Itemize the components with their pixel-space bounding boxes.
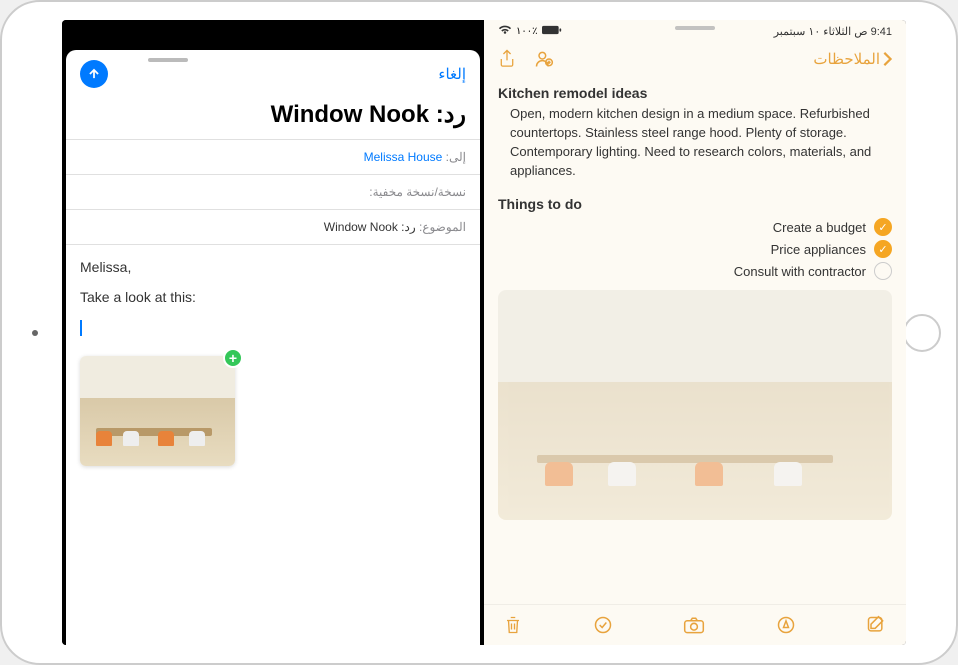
notes-nav-bar: الملاحظات xyxy=(484,43,906,75)
camera-icon[interactable] xyxy=(683,615,705,635)
to-label: إلى: xyxy=(446,150,466,164)
subject-label: الموضوع: xyxy=(419,220,466,234)
collaborate-icon[interactable] xyxy=(534,49,554,69)
compose-sheet: إلغاء رد: Window Nook إلى: Melissa House… xyxy=(66,50,480,645)
attachment-scene xyxy=(123,431,139,455)
cc-bcc-label: نسخة/نسخة مخفية: xyxy=(369,185,466,199)
share-icon[interactable] xyxy=(498,49,516,69)
delete-icon[interactable] xyxy=(504,615,522,635)
cc-bcc-field[interactable]: نسخة/نسخة مخفية: xyxy=(66,174,480,209)
status-indicators: ١٠٠٪ xyxy=(498,25,562,38)
add-attachment-badge[interactable]: + xyxy=(223,348,243,368)
text-cursor xyxy=(80,320,82,336)
todo-label: Create a budget xyxy=(773,220,866,235)
notes-bottom-toolbar xyxy=(484,604,906,645)
arrow-up-icon xyxy=(87,67,101,81)
checkbox-unchecked-icon[interactable] xyxy=(874,262,892,280)
room-scene xyxy=(498,290,892,520)
compose-title: رد: Window Nook xyxy=(66,94,480,139)
subject-field[interactable]: الموضوع: رد: Window Nook xyxy=(66,209,480,245)
attachment-scene xyxy=(189,431,205,455)
todo-item[interactable]: Price appliances ✓ xyxy=(498,240,892,258)
note-body-text: Open, modern kitchen design in a medium … xyxy=(498,105,892,180)
notes-app-panel: 9:41 ص الثلاثاء ١٠ سبتمبر ١٠٠٪ xyxy=(484,20,906,645)
attachment-scene xyxy=(96,431,112,455)
chevron-right-icon xyxy=(882,51,892,67)
front-camera xyxy=(32,330,38,336)
split-view-handle[interactable] xyxy=(675,26,715,30)
status-time-date: 9:41 ص الثلاثاء ١٠ سبتمبر xyxy=(774,25,892,38)
battery-pct: ١٠٠٪ xyxy=(516,26,538,37)
wifi-icon xyxy=(498,25,512,38)
note-content-area[interactable]: Kitchen remodel ideas Open, modern kitch… xyxy=(484,75,906,604)
todo-item[interactable]: Create a budget ✓ xyxy=(498,218,892,236)
todo-label: Consult with contractor xyxy=(734,264,866,279)
home-button[interactable] xyxy=(903,314,941,352)
screen: إلغاء رد: Window Nook إلى: Melissa House… xyxy=(62,20,906,645)
to-recipient[interactable]: Melissa House xyxy=(364,150,443,164)
compose-top-bar: إلغاء xyxy=(66,50,480,94)
todo-item[interactable]: Consult with contractor xyxy=(498,262,892,280)
checkbox-checked-icon[interactable]: ✓ xyxy=(874,240,892,258)
body-line-1: Melissa, xyxy=(80,259,466,275)
checkbox-checked-icon[interactable]: ✓ xyxy=(874,218,892,236)
attachment-scene xyxy=(158,431,174,455)
notes-header-actions xyxy=(498,49,554,69)
compose-body[interactable]: Melissa, Take a look at this: + xyxy=(66,245,480,645)
to-field[interactable]: إلى: Melissa House xyxy=(66,139,480,174)
battery-icon xyxy=(542,25,562,38)
cancel-button[interactable]: إلغاء xyxy=(438,65,466,83)
body-line-2: Take a look at this: xyxy=(80,289,466,305)
ipad-device-frame: إلغاء رد: Window Nook إلى: Melissa House… xyxy=(0,0,958,665)
image-attachment[interactable]: + xyxy=(80,356,235,466)
checklist-icon[interactable] xyxy=(593,615,613,635)
note-attached-image[interactable] xyxy=(498,290,892,520)
send-button[interactable] xyxy=(80,60,108,88)
markup-icon[interactable] xyxy=(776,615,796,635)
sheet-grabber[interactable] xyxy=(148,58,188,62)
notes-back-label: الملاحظات xyxy=(813,50,880,68)
todo-label: Price appliances xyxy=(771,242,866,257)
mail-app-panel: إلغاء رد: Window Nook إلى: Melissa House… xyxy=(62,20,484,645)
note-title: Kitchen remodel ideas xyxy=(498,85,892,101)
status-bar: 9:41 ص الثلاثاء ١٠ سبتمبر ١٠٠٪ xyxy=(484,20,906,43)
compose-icon[interactable] xyxy=(866,615,886,635)
notes-back-button[interactable]: الملاحظات xyxy=(813,50,892,68)
todo-section-title: Things to do xyxy=(498,196,892,212)
subject-value: رد: Window Nook xyxy=(324,220,416,234)
